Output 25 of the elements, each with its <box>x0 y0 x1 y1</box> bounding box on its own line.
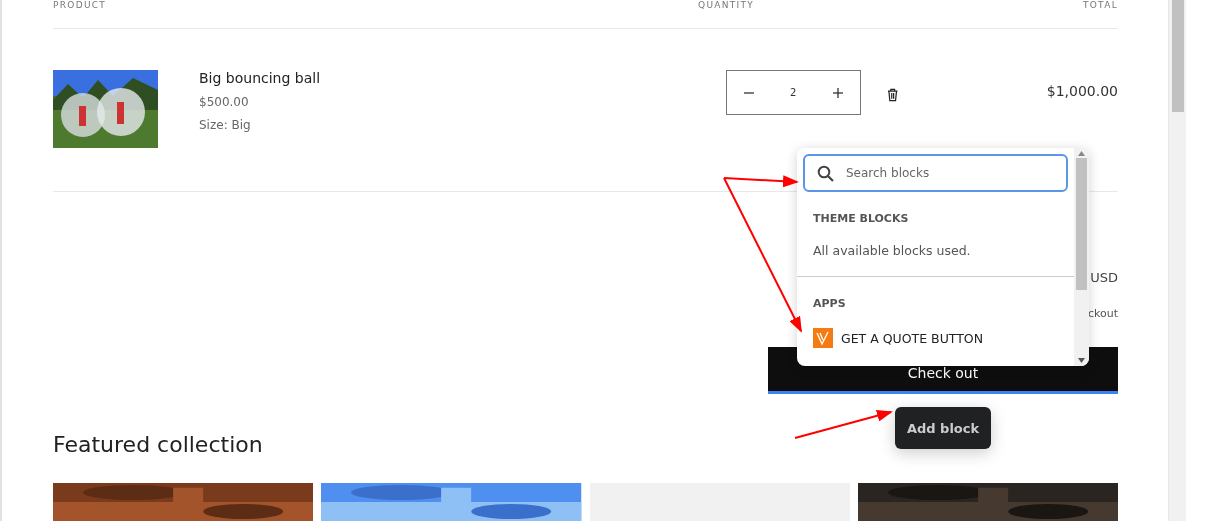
empty-note: All available blocks used. <box>813 243 972 258</box>
scrollbar[interactable] <box>1074 148 1089 366</box>
product-price: $500.00 <box>199 95 250 110</box>
taxes-note: ckout <box>1087 307 1118 321</box>
section-heading: APPS <box>813 297 847 310</box>
scroll-up-icon[interactable] <box>1078 151 1085 156</box>
plus-icon[interactable] <box>831 87 844 99</box>
line-total: $1,000.00 <box>1046 83 1118 100</box>
column-header: QUANTITY <box>698 0 756 12</box>
app-block-item[interactable]: GET A QUOTE BUTTON <box>841 330 984 346</box>
subtotal-text: USD <box>1090 270 1118 286</box>
product-option: Size: Big <box>199 118 726 133</box>
quantity-value[interactable]: 2 <box>790 87 797 99</box>
scroll-down-icon[interactable] <box>1078 358 1085 363</box>
section-title: Featured collection <box>53 432 264 458</box>
section-heading: THEME BLOCKS <box>813 212 910 225</box>
tooltip: Add block <box>895 407 991 449</box>
scrollbar[interactable] <box>1168 0 1186 521</box>
search-icon <box>817 164 834 182</box>
trash-icon[interactable] <box>886 88 898 103</box>
product-name[interactable]: Big bouncing ball <box>199 70 726 87</box>
column-header: TOTAL <box>1081 0 1118 12</box>
column-header: PRODUCT <box>53 0 108 12</box>
search-field[interactable]: Search blocks <box>803 154 1068 192</box>
app-logo-icon <box>813 328 833 348</box>
